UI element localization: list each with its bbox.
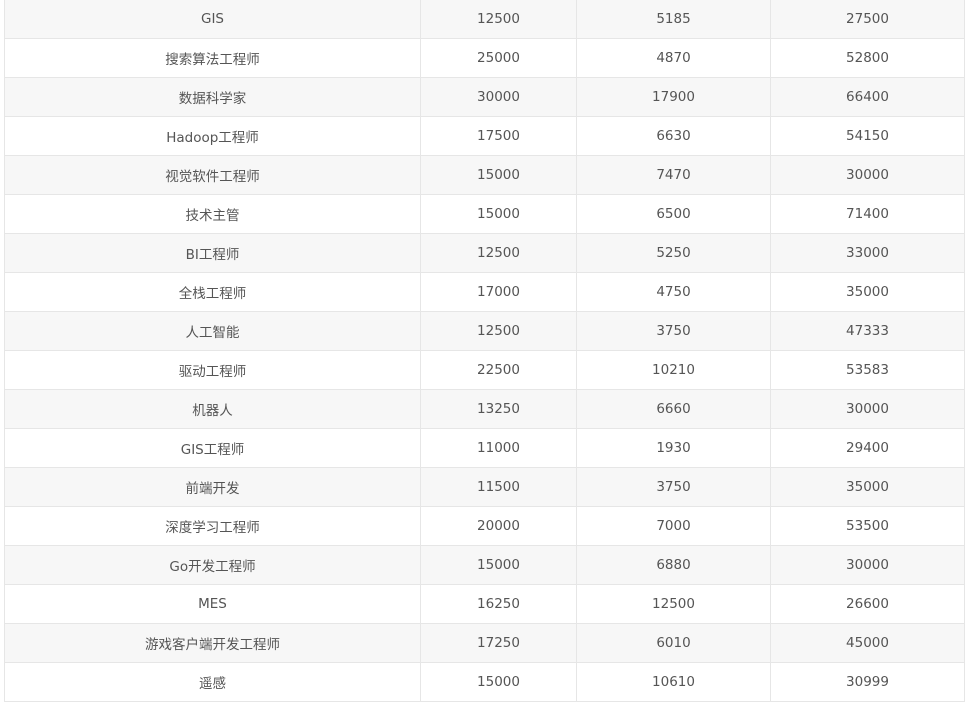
job-title-cell: 游戏客户端开发工程师 (4, 623, 421, 663)
value-cell-3: 30000 (770, 545, 965, 585)
value-cell-1: 15000 (420, 155, 577, 195)
value-cell-3: 33000 (770, 233, 965, 273)
job-title-cell: 搜索算法工程师 (4, 38, 421, 78)
job-title-cell: 全栈工程师 (4, 272, 421, 312)
value-cell-1: 30000 (420, 77, 577, 117)
value-cell-1: 25000 (420, 38, 577, 78)
value-cell-1: 15000 (420, 194, 577, 234)
value-cell-1: 20000 (420, 506, 577, 546)
table-row: GIS工程师 11000 1930 29400 (4, 428, 965, 468)
value-cell-3: 66400 (770, 77, 965, 117)
job-title-cell: 机器人 (4, 389, 421, 429)
table-row: 深度学习工程师 20000 7000 53500 (4, 506, 965, 546)
job-title-cell: 人工智能 (4, 311, 421, 351)
table-row: 游戏客户端开发工程师 17250 6010 45000 (4, 623, 965, 663)
value-cell-1: 16250 (420, 584, 577, 624)
table-row: 机器人 13250 6660 30000 (4, 389, 965, 429)
table-row: 驱动工程师 22500 10210 53583 (4, 350, 965, 390)
table-row: 数据科学家 30000 17900 66400 (4, 77, 965, 117)
value-cell-2: 6500 (576, 194, 771, 234)
value-cell-2: 3750 (576, 311, 771, 351)
table-row: 视觉软件工程师 15000 7470 30000 (4, 155, 965, 195)
value-cell-2: 3750 (576, 467, 771, 507)
value-cell-1: 17250 (420, 623, 577, 663)
value-cell-1: 12500 (420, 0, 577, 39)
value-cell-1: 17500 (420, 116, 577, 156)
job-title-cell: Hadoop工程师 (4, 116, 421, 156)
value-cell-1: 22500 (420, 350, 577, 390)
table-row: GIS 12500 5185 27500 (4, 0, 965, 39)
job-title-cell: 技术主管 (4, 194, 421, 234)
job-title-cell: GIS (4, 0, 421, 39)
job-title-cell: 视觉软件工程师 (4, 155, 421, 195)
table-row: 遥感 15000 10610 30999 (4, 662, 965, 702)
value-cell-2: 1930 (576, 428, 771, 468)
job-title-cell: GIS工程师 (4, 428, 421, 468)
job-title-cell: 深度学习工程师 (4, 506, 421, 546)
salary-table: GIS 12500 5185 27500 搜索算法工程师 25000 4870 52800 数据… (4, 0, 965, 702)
value-cell-1: 11500 (420, 467, 577, 507)
value-cell-2: 4750 (576, 272, 771, 312)
value-cell-3: 35000 (770, 467, 965, 507)
value-cell-2: 17900 (576, 77, 771, 117)
value-cell-3: 26600 (770, 584, 965, 624)
table-body: GIS 12500 5185 27500 搜索算法工程师 25000 4870 52800 数据… (4, 0, 965, 702)
table-row: Go开发工程师 15000 6880 30000 (4, 545, 965, 585)
salary-table-container: GIS 12500 5185 27500 搜索算法工程师 25000 4870 52800 数据… (4, 0, 965, 702)
value-cell-3: 71400 (770, 194, 965, 234)
value-cell-2: 10610 (576, 662, 771, 702)
job-title-cell: Go开发工程师 (4, 545, 421, 585)
value-cell-2: 5185 (576, 0, 771, 39)
value-cell-3: 53500 (770, 506, 965, 546)
job-title-cell: 遥感 (4, 662, 421, 702)
table-row: 搜索算法工程师 25000 4870 52800 (4, 38, 965, 78)
table-row: BI工程师 12500 5250 33000 (4, 233, 965, 273)
job-title-cell: 数据科学家 (4, 77, 421, 117)
value-cell-1: 15000 (420, 545, 577, 585)
value-cell-2: 10210 (576, 350, 771, 390)
value-cell-1: 13250 (420, 389, 577, 429)
table-row: Hadoop工程师 17500 6630 54150 (4, 116, 965, 156)
value-cell-3: 30000 (770, 155, 965, 195)
value-cell-2: 5250 (576, 233, 771, 273)
value-cell-2: 4870 (576, 38, 771, 78)
value-cell-3: 29400 (770, 428, 965, 468)
value-cell-1: 12500 (420, 311, 577, 351)
value-cell-3: 54150 (770, 116, 965, 156)
table-row: 技术主管 15000 6500 71400 (4, 194, 965, 234)
table-row: MES 16250 12500 26600 (4, 584, 965, 624)
value-cell-3: 45000 (770, 623, 965, 663)
value-cell-3: 52800 (770, 38, 965, 78)
value-cell-2: 7470 (576, 155, 771, 195)
value-cell-2: 12500 (576, 584, 771, 624)
value-cell-3: 30999 (770, 662, 965, 702)
job-title-cell: 驱动工程师 (4, 350, 421, 390)
value-cell-1: 15000 (420, 662, 577, 702)
value-cell-3: 47333 (770, 311, 965, 351)
value-cell-3: 30000 (770, 389, 965, 429)
table-row: 前端开发 11500 3750 35000 (4, 467, 965, 507)
value-cell-1: 12500 (420, 233, 577, 273)
value-cell-2: 6630 (576, 116, 771, 156)
value-cell-2: 6660 (576, 389, 771, 429)
value-cell-1: 17000 (420, 272, 577, 312)
value-cell-2: 6010 (576, 623, 771, 663)
value-cell-2: 6880 (576, 545, 771, 585)
job-title-cell: MES (4, 584, 421, 624)
job-title-cell: BI工程师 (4, 233, 421, 273)
value-cell-3: 35000 (770, 272, 965, 312)
job-title-cell: 前端开发 (4, 467, 421, 507)
table-row: 全栈工程师 17000 4750 35000 (4, 272, 965, 312)
table-row: 人工智能 12500 3750 47333 (4, 311, 965, 351)
value-cell-3: 53583 (770, 350, 965, 390)
value-cell-3: 27500 (770, 0, 965, 39)
value-cell-2: 7000 (576, 506, 771, 546)
value-cell-1: 11000 (420, 428, 577, 468)
